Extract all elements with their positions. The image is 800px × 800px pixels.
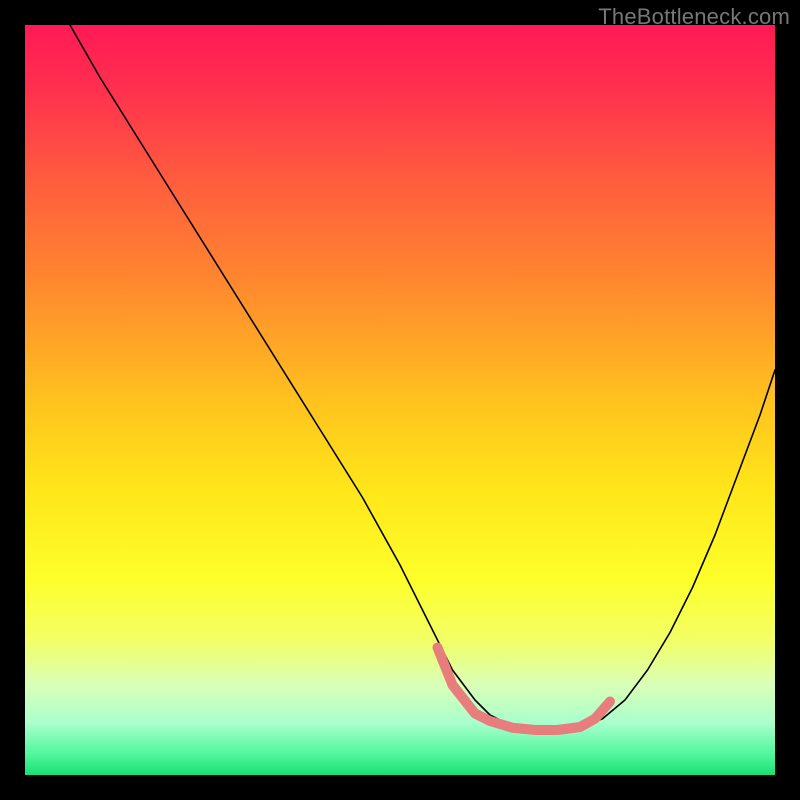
chart-svg — [25, 25, 775, 775]
plot-area — [25, 25, 775, 775]
chart-canvas: TheBottleneck.com — [0, 0, 800, 800]
